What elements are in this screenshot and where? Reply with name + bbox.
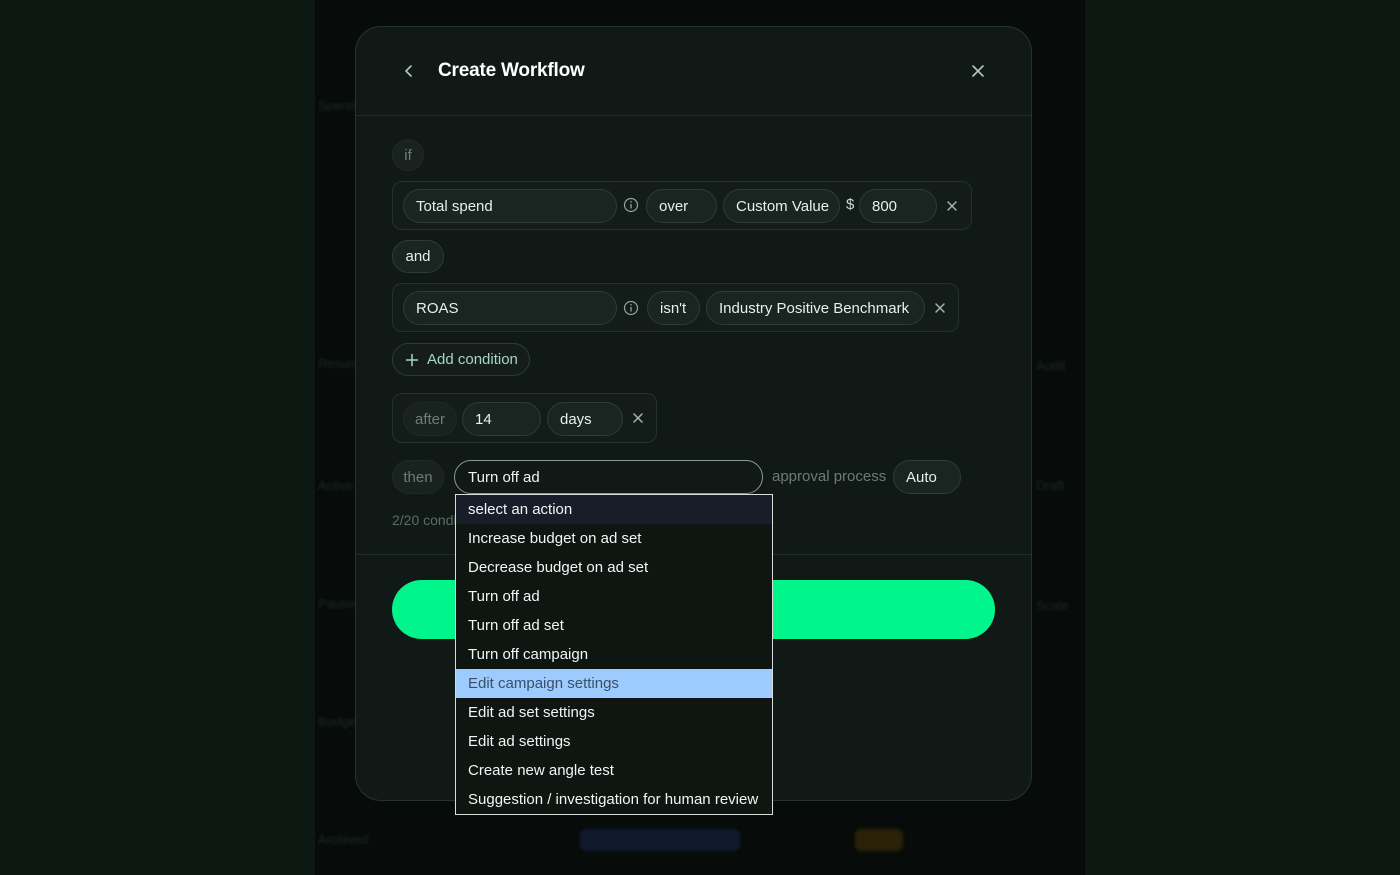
approval-select[interactable]: Auto bbox=[893, 460, 961, 494]
background-left-panel bbox=[0, 0, 315, 875]
background-text: Archived bbox=[318, 832, 369, 847]
background-text: Scale bbox=[1036, 598, 1069, 613]
dropdown-option[interactable]: Create new angle test bbox=[456, 756, 772, 785]
value-input-1[interactable]: 800 bbox=[859, 189, 937, 223]
modal-title: Create Workflow bbox=[438, 60, 585, 81]
approval-process-label: approval process bbox=[772, 468, 887, 485]
dropdown-option[interactable]: Suggestion / investigation for human rev… bbox=[456, 785, 772, 814]
dropdown-option[interactable]: Edit ad settings bbox=[456, 727, 772, 756]
background-badge bbox=[855, 829, 903, 851]
info-icon[interactable] bbox=[623, 197, 639, 213]
background-text: Spend bbox=[318, 98, 356, 113]
dropdown-option[interactable]: Decrease budget on ad set bbox=[456, 553, 772, 582]
remove-after-icon[interactable] bbox=[630, 410, 646, 426]
operator-select-2[interactable]: isn't bbox=[647, 291, 700, 325]
after-label: after bbox=[403, 402, 457, 436]
value-type-select-1[interactable]: Custom Value bbox=[723, 189, 840, 223]
background-text: Draft bbox=[1036, 478, 1065, 493]
modal-header: Create Workflow bbox=[356, 27, 1031, 116]
background-text: Budget bbox=[318, 714, 360, 729]
operator-select-1[interactable]: over bbox=[646, 189, 717, 223]
action-dropdown: select an action Increase budget on ad s… bbox=[455, 494, 773, 815]
currency-symbol: $ bbox=[846, 196, 855, 213]
background-text: Audit bbox=[1036, 358, 1066, 373]
metric-select-2[interactable]: ROAS bbox=[403, 291, 617, 325]
remove-condition-1-icon[interactable] bbox=[944, 198, 960, 214]
if-label: if bbox=[392, 139, 424, 171]
close-icon bbox=[972, 65, 984, 77]
dropdown-option[interactable]: Turn off ad set bbox=[456, 611, 772, 640]
dropdown-option[interactable]: Turn off ad bbox=[456, 582, 772, 611]
background-text: Active bbox=[318, 478, 354, 493]
close-button[interactable] bbox=[965, 58, 991, 84]
action-select[interactable]: Turn off ad bbox=[454, 460, 763, 494]
background-right-panel bbox=[1085, 0, 1400, 875]
add-condition-button[interactable]: Add condition bbox=[392, 343, 530, 376]
dropdown-option[interactable]: Edit ad set settings bbox=[456, 698, 772, 727]
metric-select-1[interactable]: Total spend bbox=[403, 189, 617, 223]
info-icon[interactable] bbox=[623, 300, 639, 316]
then-label: then bbox=[392, 460, 444, 494]
after-unit-select[interactable]: days bbox=[547, 402, 623, 436]
value-type-select-2[interactable]: Industry Positive Benchmark bbox=[706, 291, 925, 325]
add-condition-label: Add condition bbox=[427, 351, 518, 368]
after-value-input[interactable]: 14 bbox=[462, 402, 541, 436]
conditions-count: 2/20 condi bbox=[392, 512, 457, 528]
dropdown-option[interactable]: select an action bbox=[456, 495, 772, 524]
plus-icon bbox=[405, 353, 419, 366]
remove-condition-2-icon[interactable] bbox=[932, 300, 948, 316]
dropdown-option[interactable]: Turn off campaign bbox=[456, 640, 772, 669]
dropdown-option[interactable]: Increase budget on ad set bbox=[456, 524, 772, 553]
chevron-left-icon bbox=[405, 65, 412, 77]
back-button[interactable] bbox=[396, 58, 422, 84]
and-connector[interactable]: and bbox=[392, 240, 444, 273]
dropdown-option-highlighted[interactable]: Edit campaign settings bbox=[456, 669, 772, 698]
background-badge bbox=[580, 829, 740, 851]
